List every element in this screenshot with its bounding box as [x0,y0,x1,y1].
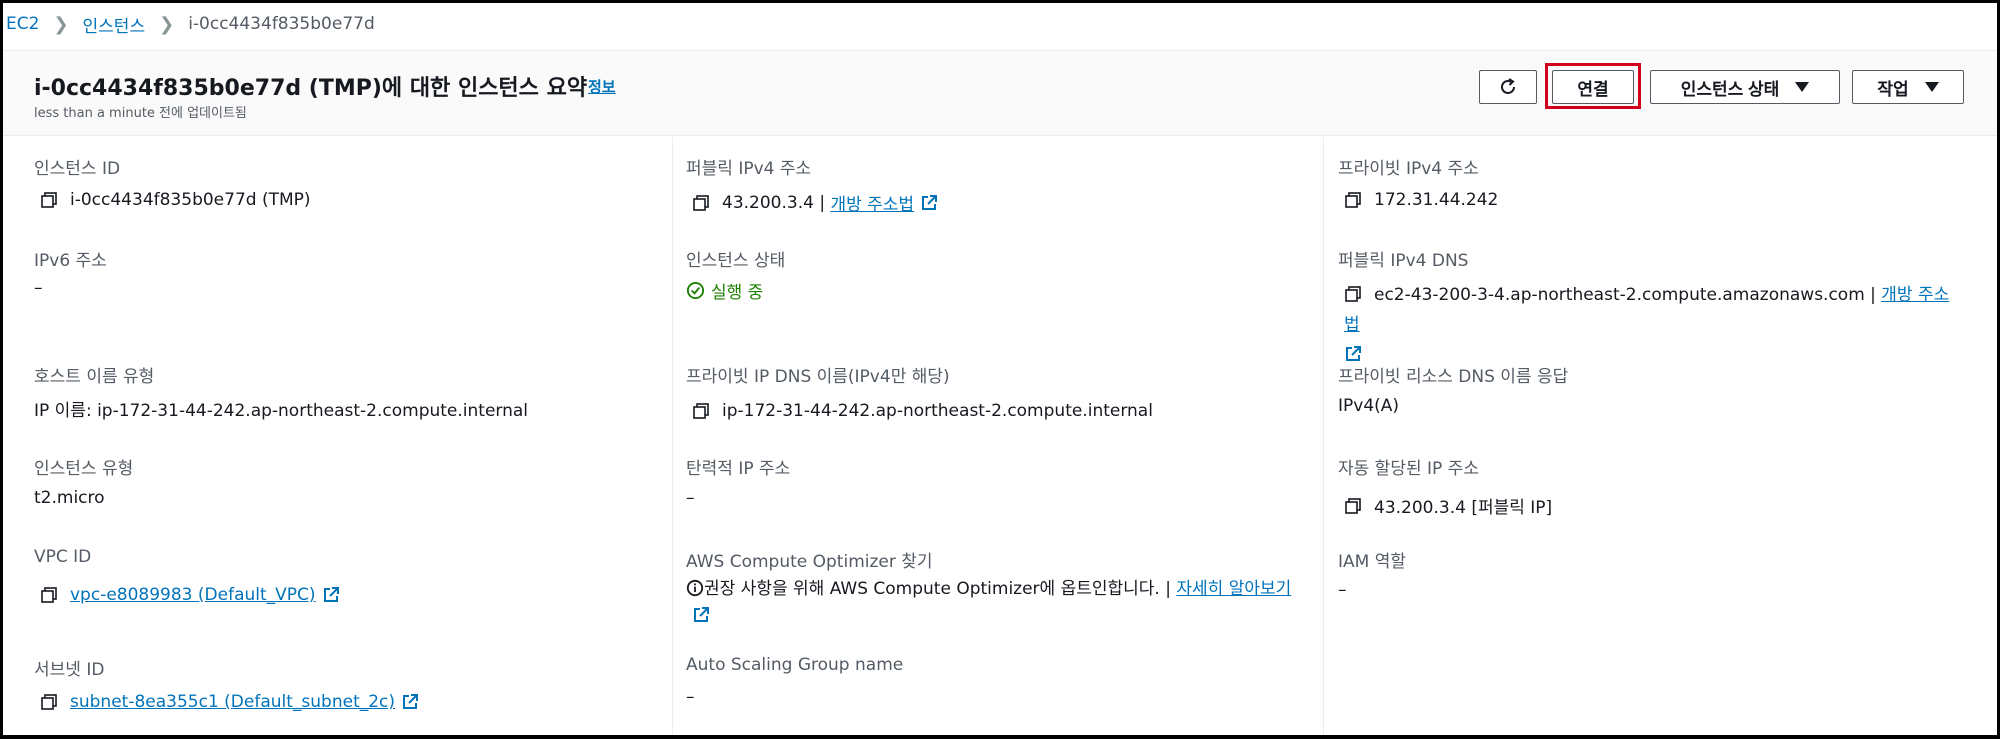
subnet-id-label: 서브넷 ID [34,660,105,680]
hostname-type-value: IP 이름: ip-172-31-44-242.ap-northeast-2.c… [34,401,529,421]
public-ipv4-value: 43.200.3.4 | 개방 주소법 [692,190,938,215]
private-ipv4-text: 172.31.44.242 [1374,190,1499,210]
subnet-link[interactable]: subnet-8ea355c1 (Default_subnet_2c) [70,692,395,712]
column-divider [1323,137,1324,735]
vpc-id-value: vpc-e8089983 (Default_VPC) [40,585,340,605]
elastic-ip-value: – [686,488,695,508]
breadcrumb: EC2 ❯ 인스턴스 ❯ i-0cc4434f835b0e77d [6,11,375,37]
compute-optimizer-value: 권장 사항을 위해 AWS Compute Optimizer에 옵트인합니다.… [686,576,1306,630]
external-link-icon[interactable] [920,194,938,212]
compute-optimizer-label: AWS Compute Optimizer 찾기 [686,552,933,572]
iam-role-label: IAM 역할 [1338,552,1406,572]
learn-more-link[interactable]: 자세히 알아보기 [1176,579,1291,599]
instance-type-value: t2.micro [34,488,105,508]
caret-down-icon [1924,82,1939,92]
elastic-ip-label: 탄력적 IP 주소 [686,459,791,479]
public-ipv4-label: 퍼블릭 IPv4 주소 [686,159,812,179]
copy-icon[interactable] [692,402,710,420]
vpc-link[interactable]: vpc-e8089983 (Default_VPC) [70,585,316,605]
instance-id-value: i-0cc4434f835b0e77d (TMP) [40,190,311,210]
copy-icon[interactable] [1344,497,1362,515]
instance-type-label: 인스턴스 유형 [34,459,134,479]
external-link-icon[interactable] [322,586,340,604]
asg-name-value: – [686,687,695,707]
refresh-button[interactable] [1479,70,1537,104]
asg-name-label: Auto Scaling Group name [686,655,904,675]
iam-role-value: – [1338,580,1347,600]
breadcrumb-instances[interactable]: 인스턴스 [83,12,146,37]
external-link-icon[interactable] [1344,345,1362,363]
auto-ip-value: 43.200.3.4 [퍼블릭 IP] [1344,493,1552,518]
instance-id-text: i-0cc4434f835b0e77d (TMP) [70,190,311,210]
private-ipv4-value: 172.31.44.242 [1344,190,1498,210]
public-ipv4-text: 43.200.3.4 | [722,192,826,213]
instance-id-label: 인스턴스 ID [34,159,121,179]
resource-dns-label: 프라이빗 리소스 DNS 이름 응답 [1338,367,1569,387]
column-divider [672,137,673,735]
chevron-right-icon: ❯ [53,13,69,35]
copy-icon[interactable] [40,693,58,711]
instance-state-label: 인스턴스 상태 [686,251,786,271]
public-ipv4-open-link[interactable]: 개방 주소법 [830,190,914,215]
public-dns-value: ec2-43-200-3-4.ap-northeast-2.compute.am… [1344,280,1964,370]
page-title: i-0cc4434f835b0e77d (TMP)에 대한 인스턴스 요약 [34,76,588,101]
external-link-icon[interactable] [692,606,710,624]
check-circle-icon [686,281,705,300]
caret-down-icon [1795,82,1810,92]
hostname-type-label: 호스트 이름 유형 [34,367,155,387]
copy-icon[interactable] [40,586,58,604]
last-updated-text: less than a minute 전에 업데이트됨 [34,106,247,121]
auto-ip-text: 43.200.3.4 [퍼블릭 IP] [1374,498,1553,518]
actions-label: 작업 [1877,79,1909,99]
info-circle-icon [686,579,704,597]
breadcrumb-current: i-0cc4434f835b0e77d [188,14,375,34]
actions-button[interactable]: 작업 [1852,70,1964,104]
private-dns-value: ip-172-31-44-242.ap-northeast-2.compute.… [692,401,1153,421]
subnet-id-value: subnet-8ea355c1 (Default_subnet_2c) [40,692,419,712]
vpc-id-label: VPC ID [34,547,92,567]
public-dns-text: ec2-43-200-3-4.ap-northeast-2.compute.am… [1374,285,1876,305]
copy-icon[interactable] [692,194,710,212]
resource-dns-value: IPv4(A) [1338,396,1400,416]
private-dns-text: ip-172-31-44-242.ap-northeast-2.compute.… [722,401,1153,421]
ipv6-label: IPv6 주소 [34,251,107,271]
copy-icon[interactable] [1344,191,1362,209]
auto-ip-label: 자동 할당된 IP 주소 [1338,459,1479,479]
breadcrumb-ec2[interactable]: EC2 [6,14,39,34]
instance-state-status: 실행 중 [686,278,763,303]
instance-state-label: 인스턴스 상태 [1680,79,1780,99]
instance-state-button[interactable]: 인스턴스 상태 [1650,70,1840,104]
connect-button[interactable]: 연결 [1552,70,1634,104]
ipv6-value: – [34,278,43,298]
copy-icon[interactable] [1344,285,1362,303]
private-dns-label: 프라이빗 IP DNS 이름(IPv4만 해당) [686,367,950,387]
compute-optimizer-text: 권장 사항을 위해 AWS Compute Optimizer에 옵트인합니다.… [704,579,1171,599]
instance-state-value: 실행 중 [711,283,764,303]
public-dns-label: 퍼블릭 IPv4 DNS [1338,251,1469,271]
chevron-right-icon: ❯ [159,13,175,35]
info-link[interactable]: 정보 [588,76,616,97]
refresh-icon [1501,78,1515,94]
private-ipv4-label: 프라이빗 IPv4 주소 [1338,159,1479,179]
external-link-icon[interactable] [401,693,419,711]
copy-icon[interactable] [40,191,58,209]
